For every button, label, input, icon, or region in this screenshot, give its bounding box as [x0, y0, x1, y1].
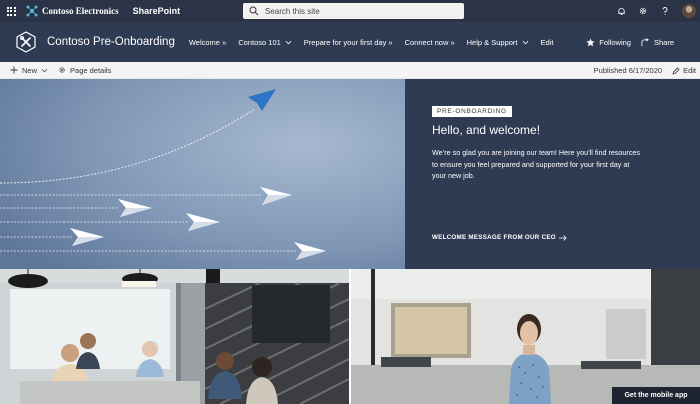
nav-item-prepare[interactable]: Prepare for your first day » [304, 38, 393, 47]
employee-portrait-photo[interactable]: Get the mobile app [351, 269, 700, 404]
gear-icon [59, 67, 65, 73]
search-icon [249, 6, 259, 16]
following-button[interactable]: Following [586, 38, 631, 47]
nav-item-contoso-101[interactable]: Contoso 101 [238, 38, 292, 47]
edit-button[interactable]: Edit [672, 66, 696, 75]
office-meeting-photo[interactable] [0, 269, 349, 404]
nav-item-help-support[interactable]: Help & Support [467, 38, 529, 47]
new-button[interactable]: New [10, 66, 48, 75]
page-details-button[interactable]: Page details [58, 66, 111, 75]
gear-icon [639, 7, 647, 15]
hero-title: Hello, and welcome! [432, 123, 541, 137]
site-navigation: Welcome » Contoso 101 Prepare for your f… [189, 38, 566, 47]
hero-image[interactable] [0, 79, 405, 269]
welcome-message-link-label: WELCOME MESSAGE FROM OUR CEO [432, 234, 556, 241]
help-button[interactable] [654, 0, 676, 22]
site-title[interactable]: Contoso Pre-Onboarding [47, 36, 175, 48]
welcome-message-link[interactable]: WELCOME MESSAGE FROM OUR CEO [432, 234, 567, 241]
notifications-button[interactable] [610, 0, 632, 22]
search-input[interactable] [265, 6, 445, 16]
site-header: Contoso Pre-Onboarding Welcome » Contoso… [0, 22, 700, 62]
office-meeting-image [0, 269, 349, 404]
app-launcher-button[interactable] [0, 0, 22, 22]
paper-planes-illustration [0, 79, 405, 269]
app-launcher-icon [6, 6, 16, 16]
published-status: Published 6/17/2020 [593, 66, 663, 75]
header-actions: Following Share [576, 22, 674, 62]
command-bar-right: Published 6/17/2020 Edit [594, 62, 696, 79]
hero-text: We’re so glad you are joining our team! … [432, 148, 641, 180]
star-icon [586, 37, 595, 46]
nav-item-label: Contoso 101 [238, 37, 281, 47]
share-icon [641, 37, 649, 46]
share-button[interactable]: Share [641, 38, 674, 47]
share-label: Share [653, 37, 674, 47]
nav-item-label: Connect now » [404, 37, 455, 47]
pencil-icon [672, 66, 680, 75]
nav-item-label: Edit [540, 37, 554, 47]
hero-tag: PRE-ONBOARDING [432, 106, 512, 117]
tools-icon[interactable] [15, 31, 37, 53]
settings-button[interactable] [632, 0, 654, 22]
chevron-down-icon [41, 68, 48, 72]
arrow-right-icon [558, 234, 567, 241]
app-name[interactable]: SharePoint [133, 6, 181, 16]
nav-item-edit[interactable]: Edit [541, 38, 554, 47]
brand-name: Contoso Electronics [42, 6, 119, 16]
chevron-down-icon [285, 40, 292, 44]
following-label: Following [599, 37, 631, 47]
chevron-down-icon [522, 40, 528, 44]
nav-item-connect[interactable]: Connect now » [405, 38, 455, 47]
brand[interactable]: Contoso Electronics [26, 5, 119, 17]
employee-portrait-image [351, 269, 700, 404]
search-box[interactable] [243, 3, 464, 19]
avatar[interactable] [682, 4, 696, 18]
nav-item-label: Welcome » [188, 37, 227, 47]
bell-icon [617, 7, 625, 15]
suite-right [610, 0, 700, 22]
edit-label: Edit [683, 66, 696, 75]
nav-item-welcome[interactable]: Welcome » [189, 38, 226, 47]
page-details-label: Page details [70, 65, 112, 75]
nav-item-label: Prepare for your first day » [303, 37, 393, 47]
new-label: New [22, 65, 38, 75]
help-icon [662, 7, 668, 15]
get-mobile-app-button[interactable]: Get the mobile app [612, 387, 700, 404]
plus-icon [10, 66, 18, 74]
hero-panel: PRE-ONBOARDING Hello, and welcome! We’re… [405, 79, 700, 269]
nav-item-label: Help & Support [466, 37, 518, 47]
suite-bar: Contoso Electronics SharePoint [0, 0, 700, 22]
contoso-logo-icon [26, 5, 38, 17]
command-bar: New Page details Published 6/17/2020 Edi… [0, 62, 700, 79]
